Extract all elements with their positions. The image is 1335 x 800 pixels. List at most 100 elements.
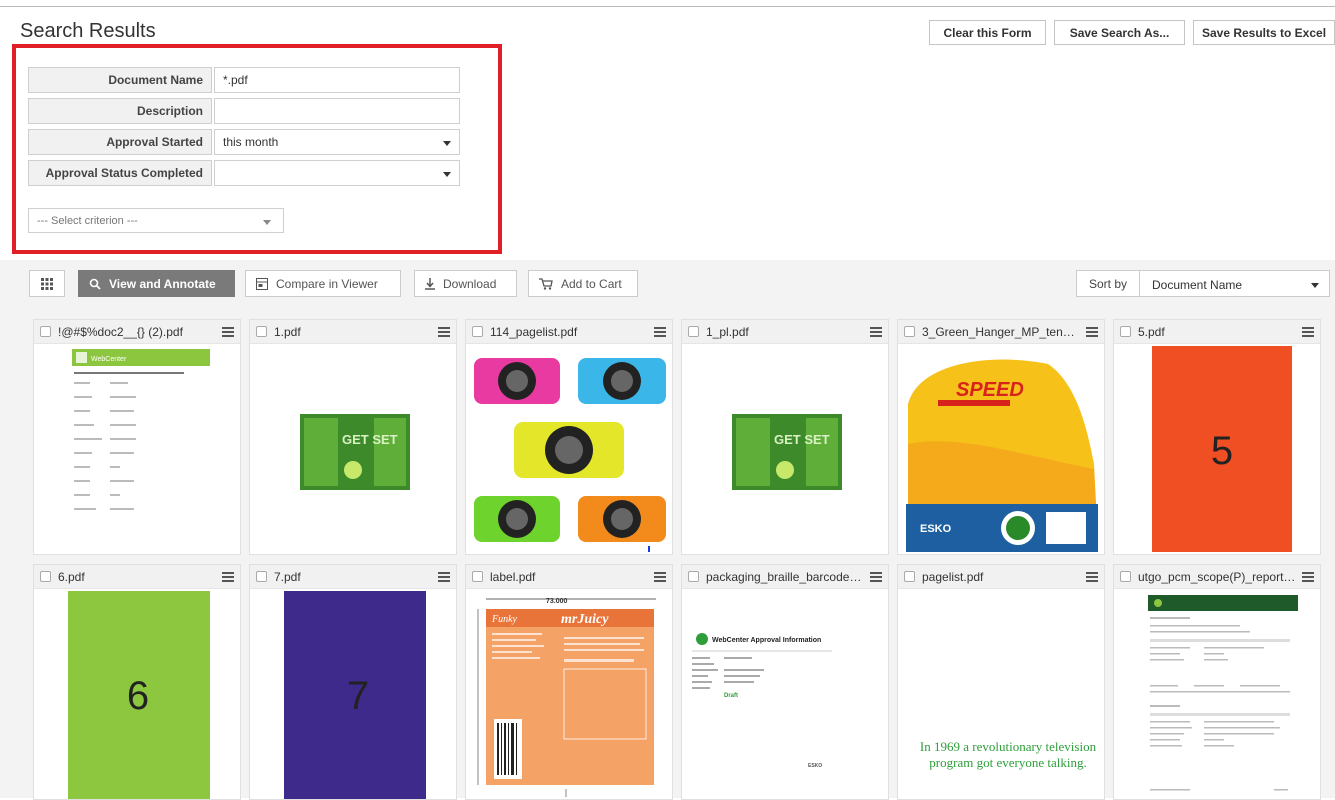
file-name[interactable]: 5.pdf <box>1138 325 1296 339</box>
thumb-label: 73.000 <box>546 598 568 605</box>
thumbnail[interactable]: GET SET <box>250 344 456 554</box>
result-card[interactable]: 5.pdf 5 <box>1113 319 1321 555</box>
select-checkbox[interactable] <box>904 326 915 337</box>
select-checkbox[interactable] <box>688 326 699 337</box>
thumb-label: Draft <box>724 693 738 699</box>
result-card[interactable]: label.pdf 73.000 Funky mrJuicy <box>465 564 673 800</box>
menu-icon[interactable] <box>1302 570 1314 584</box>
select-checkbox[interactable] <box>472 326 483 337</box>
save-results-excel-button[interactable]: Save Results to Excel <box>1193 20 1335 45</box>
thumbnail[interactable]: WebCenter Approval Information Draft ESK… <box>682 589 888 799</box>
field-approval-started: Approval Started this month <box>28 129 460 155</box>
result-card[interactable]: !@#$%doc2__{} (2).pdf WebCenter <box>33 319 241 555</box>
criterion-select[interactable]: --- Select criterion --- <box>28 208 284 233</box>
select-checkbox[interactable] <box>256 326 267 337</box>
file-name[interactable]: 3_Green_Hanger_MP_tennis_pack.pdf <box>922 325 1080 339</box>
thumbnail[interactable]: 5 <box>1114 344 1320 554</box>
thumbnail[interactable]: SPEED ESKO <box>898 344 1104 554</box>
sort-select[interactable]: Document Name <box>1140 270 1330 297</box>
page-number: 6 <box>127 674 149 718</box>
result-card[interactable]: 114_pagelist.pdf <box>465 319 673 555</box>
select-checkbox[interactable] <box>1120 571 1131 582</box>
select-checkbox[interactable] <box>256 571 267 582</box>
document-name-input[interactable]: *.pdf <box>214 67 460 93</box>
view-annotate-button[interactable]: View and Annotate <box>78 270 235 297</box>
thumb-label: SPEED <box>956 379 1024 401</box>
file-name[interactable]: utgo_pcm_scope(P)_report.pdf <box>1138 570 1296 584</box>
page-number: 7 <box>347 674 369 718</box>
button-label: View and Annotate <box>109 276 216 291</box>
file-name[interactable]: 1_pl.pdf <box>706 325 864 339</box>
menu-icon[interactable] <box>438 570 450 584</box>
menu-icon[interactable] <box>222 570 234 584</box>
menu-icon[interactable] <box>870 325 882 339</box>
thumbnail[interactable]: GET SET <box>682 344 888 554</box>
compare-viewer-button[interactable]: Compare in Viewer <box>245 270 401 297</box>
button-label: Add to Cart <box>561 276 622 291</box>
search-icon <box>89 278 101 290</box>
field-label: Approval Status Completed <box>28 160 212 186</box>
file-name[interactable]: packaging_braille_barcode.pdf <box>706 570 864 584</box>
save-search-as-button[interactable]: Save Search As... <box>1054 20 1185 45</box>
thumb-label: GET SET <box>342 432 398 447</box>
field-label: Description <box>28 98 212 124</box>
thumbnail[interactable]: 6 <box>34 589 240 799</box>
result-card[interactable]: 6.pdf 6 <box>33 564 241 800</box>
sort-value: Document Name <box>1152 278 1243 292</box>
chevron-down-icon <box>263 220 271 225</box>
top-divider <box>0 6 1335 7</box>
file-name[interactable]: 1.pdf <box>274 325 432 339</box>
cart-icon <box>539 277 553 290</box>
file-name[interactable]: 7.pdf <box>274 570 432 584</box>
download-button[interactable]: Download <box>414 270 517 297</box>
clear-form-button[interactable]: Clear this Form <box>929 20 1046 45</box>
thumbnail[interactable]: WebCenter <box>34 344 240 554</box>
thumbnail[interactable] <box>466 344 672 554</box>
file-name[interactable]: label.pdf <box>490 570 648 584</box>
menu-icon[interactable] <box>1086 570 1098 584</box>
menu-icon[interactable] <box>654 325 666 339</box>
menu-icon[interactable] <box>1086 325 1098 339</box>
criterion-placeholder: --- Select criterion --- <box>37 215 138 227</box>
grid-view-button[interactable] <box>29 270 65 297</box>
thumb-text: In 1969 a revolutionary television progr… <box>919 739 1097 770</box>
thumb-label: mrJuicy <box>561 612 609 627</box>
result-card[interactable]: 1_pl.pdf GET SET <box>681 319 889 555</box>
description-input[interactable] <box>214 98 460 124</box>
file-name[interactable]: 6.pdf <box>58 570 216 584</box>
file-name[interactable]: pagelist.pdf <box>922 570 1080 584</box>
thumb-label: Funky <box>491 614 518 625</box>
thumbnail[interactable]: 73.000 Funky mrJuicy <box>466 589 672 799</box>
page-title: Search Results <box>20 20 156 42</box>
approval-started-select[interactable]: this month <box>214 129 460 155</box>
result-card[interactable]: packaging_braille_barcode.pdf WebCenter … <box>681 564 889 800</box>
select-checkbox[interactable] <box>904 571 915 582</box>
result-card[interactable]: 1.pdf GET SET <box>249 319 457 555</box>
select-value: this month <box>223 135 279 149</box>
select-checkbox[interactable] <box>40 326 51 337</box>
add-to-cart-button[interactable]: Add to Cart <box>528 270 638 297</box>
result-card[interactable]: 7.pdf 7 <box>249 564 457 800</box>
select-checkbox[interactable] <box>1120 326 1131 337</box>
select-checkbox[interactable] <box>40 571 51 582</box>
result-card[interactable]: 3_Green_Hanger_MP_tennis_pack.pdf SPEED … <box>897 319 1105 555</box>
menu-icon[interactable] <box>654 570 666 584</box>
thumbnail[interactable]: In 1969 a revolutionary television progr… <box>898 589 1104 799</box>
thumbnail[interactable]: 7 <box>250 589 456 799</box>
result-card[interactable]: utgo_pcm_scope(P)_report.pdf <box>1113 564 1321 800</box>
result-card[interactable]: pagelist.pdf In 1969 a revolutionary tel… <box>897 564 1105 800</box>
thumbnail[interactable] <box>1114 589 1320 799</box>
approval-status-select[interactable] <box>214 160 460 186</box>
menu-icon[interactable] <box>870 570 882 584</box>
menu-icon[interactable] <box>438 325 450 339</box>
file-name[interactable]: 114_pagelist.pdf <box>490 325 648 339</box>
select-checkbox[interactable] <box>472 571 483 582</box>
menu-icon[interactable] <box>1302 325 1314 339</box>
thumb-label: ESKO <box>808 763 822 769</box>
menu-icon[interactable] <box>222 325 234 339</box>
select-checkbox[interactable] <box>688 571 699 582</box>
grid-icon <box>41 277 53 290</box>
thumb-label: WebCenter <box>91 356 127 363</box>
file-name[interactable]: !@#$%doc2__{} (2).pdf <box>58 325 216 339</box>
chevron-down-icon <box>443 172 451 177</box>
